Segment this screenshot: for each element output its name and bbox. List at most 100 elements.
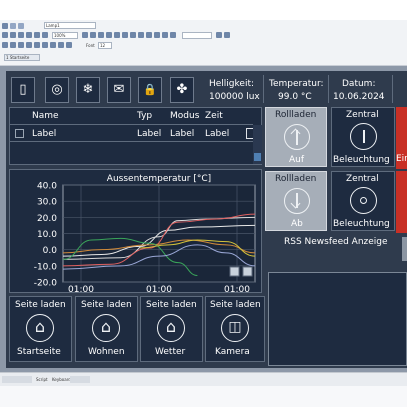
zentral-aus-button[interactable]: Zentral Beleuchtung <box>331 171 395 231</box>
tool-icon[interactable] <box>170 32 176 38</box>
tool-icon[interactable] <box>42 32 48 38</box>
rollladen-ab-button[interactable]: Rollladen Ab <box>265 171 327 231</box>
window-bottom <box>0 386 407 407</box>
nav-bottom-label: Kamera <box>215 347 250 357</box>
tool-icon[interactable] <box>130 32 136 38</box>
column-header: Typ <box>137 111 153 121</box>
table-cell: Label <box>137 129 162 139</box>
tool-icon[interactable] <box>2 42 8 48</box>
keyboard-tab[interactable]: Keyboard <box>52 377 71 382</box>
ribbon-row-3: Font 12 <box>0 42 407 50</box>
zentral-ein-button[interactable]: Zentral Beleuchtung <box>331 107 395 167</box>
helligkeit-label: Helligkeit: <box>209 79 255 89</box>
tool-icon[interactable] <box>106 32 112 38</box>
tool-icon[interactable] <box>18 32 24 38</box>
chart-settings-icon[interactable] <box>242 266 253 277</box>
nav-top-label: Seite laden <box>210 300 261 310</box>
divider <box>328 75 329 103</box>
nav-button-startseite[interactable]: Seite laden ⌂ Startseite <box>9 296 72 362</box>
tool-icon[interactable] <box>90 32 96 38</box>
auf-label: Auf <box>289 155 305 165</box>
font-label: Font <box>86 43 95 48</box>
tool-icon[interactable] <box>58 42 64 48</box>
x-tick-label: 01:00 <box>224 285 250 294</box>
app-icon[interactable] <box>2 23 8 29</box>
y-tick-label: -20.0 <box>34 279 58 289</box>
column-header: Zeit <box>205 111 223 121</box>
x-tick-label: 01:00 <box>146 285 172 294</box>
nav-button-kamera[interactable]: Seite laden ◫ Kamera <box>205 296 265 362</box>
y-tick-label: 10.0 <box>37 230 57 240</box>
tool-icon[interactable] <box>138 32 144 38</box>
zoom-icon[interactable] <box>229 266 240 277</box>
beleuchtung-label: Beleuchtung <box>333 155 390 165</box>
status-bar: Script Keyboard <box>0 372 407 386</box>
arrow-down-icon <box>284 188 310 214</box>
script-tab[interactable]: Script <box>36 377 48 382</box>
zoom-select[interactable]: 100% <box>52 32 78 39</box>
scroll-thumb[interactable] <box>254 153 261 161</box>
undo-icon[interactable] <box>18 23 24 29</box>
nav-button-wetter[interactable]: Seite laden ⌂ Wetter <box>140 296 203 362</box>
tool-icon[interactable] <box>10 42 16 48</box>
lamp-tab[interactable]: Lamp1 <box>44 22 96 29</box>
tool-icon[interactable] <box>34 42 40 48</box>
washer-icon[interactable]: ◎ <box>45 77 69 103</box>
divider <box>10 141 253 142</box>
temperatur-label: Temperatur: <box>269 79 324 89</box>
tool-icon[interactable] <box>2 32 8 38</box>
ein-label: Ein <box>396 154 407 164</box>
tool-icon[interactable] <box>26 42 32 48</box>
ribbon-row-2: 100% <box>0 32 407 40</box>
ein-status-indicator: Ein <box>396 107 407 169</box>
camera-icon: ◫ <box>221 314 249 342</box>
tool-icon[interactable] <box>18 42 24 48</box>
datum-value: 10.06.2024 <box>333 92 385 102</box>
tool-icon[interactable] <box>146 32 152 38</box>
tool-icon[interactable] <box>10 32 16 38</box>
tool-icon[interactable] <box>114 32 120 38</box>
font-size-select[interactable]: 12 <box>98 42 112 49</box>
house-icon: ⌂ <box>26 314 54 342</box>
tool-icon[interactable] <box>26 32 32 38</box>
fan-icon[interactable]: ✤ <box>170 77 194 103</box>
y-tick-label: 0.0 <box>43 246 58 256</box>
tool-icon[interactable] <box>162 32 168 38</box>
temperature-chart-tile: Aussentemperatur [°C] 40.0 30.0 20.0 10.0 0.… <box>9 169 262 294</box>
rss-scrollbar[interactable] <box>402 237 407 261</box>
zentral-label: Zentral <box>346 174 379 184</box>
screen-tab[interactable]: 1 Startseite <box>4 54 40 61</box>
y-tick-label: 40.0 <box>37 182 57 192</box>
y-tick-label: 20.0 <box>37 214 57 224</box>
tool-icon[interactable] <box>122 32 128 38</box>
rollladen-auf-button[interactable]: Rollladen Auf <box>265 107 327 167</box>
tool-icon[interactable] <box>50 42 56 48</box>
tool-icon[interactable] <box>98 32 104 38</box>
tool-icon[interactable] <box>66 42 72 48</box>
tool-icon[interactable] <box>42 42 48 48</box>
datum-label: Datum: <box>342 79 376 89</box>
beleuchtung-label: Beleuchtung <box>333 219 390 229</box>
mail-icon[interactable]: ✉ <box>107 77 131 103</box>
tool-icon[interactable] <box>82 32 88 38</box>
nav-button-wohnen[interactable]: Seite laden ⌂ Wohnen <box>75 296 138 362</box>
building-icon[interactable]: ▯ <box>11 77 35 103</box>
ribbon-row-4: 1 Startseite <box>0 53 407 61</box>
tool-icon[interactable] <box>216 32 222 38</box>
house-icon: ⌂ <box>157 314 185 342</box>
divider <box>10 124 253 125</box>
snowflake-icon[interactable]: ❄ <box>76 77 100 103</box>
save-icon[interactable] <box>10 23 16 29</box>
nav-bottom-label: Wetter <box>155 347 186 357</box>
tool-icon[interactable] <box>154 32 160 38</box>
lock-icon[interactable]: 🔒 <box>138 77 162 103</box>
row-checkbox[interactable] <box>15 129 24 138</box>
arrow-up-icon <box>284 124 310 150</box>
nav-bottom-label: Startseite <box>17 347 61 357</box>
style-select[interactable] <box>182 32 212 39</box>
window-top <box>0 0 407 20</box>
rss-title: RSS Newsfeed Anzeige <box>284 237 388 247</box>
nav-bottom-label: Wohnen <box>88 347 125 357</box>
tool-icon[interactable] <box>224 32 230 38</box>
tool-icon[interactable] <box>34 32 40 38</box>
